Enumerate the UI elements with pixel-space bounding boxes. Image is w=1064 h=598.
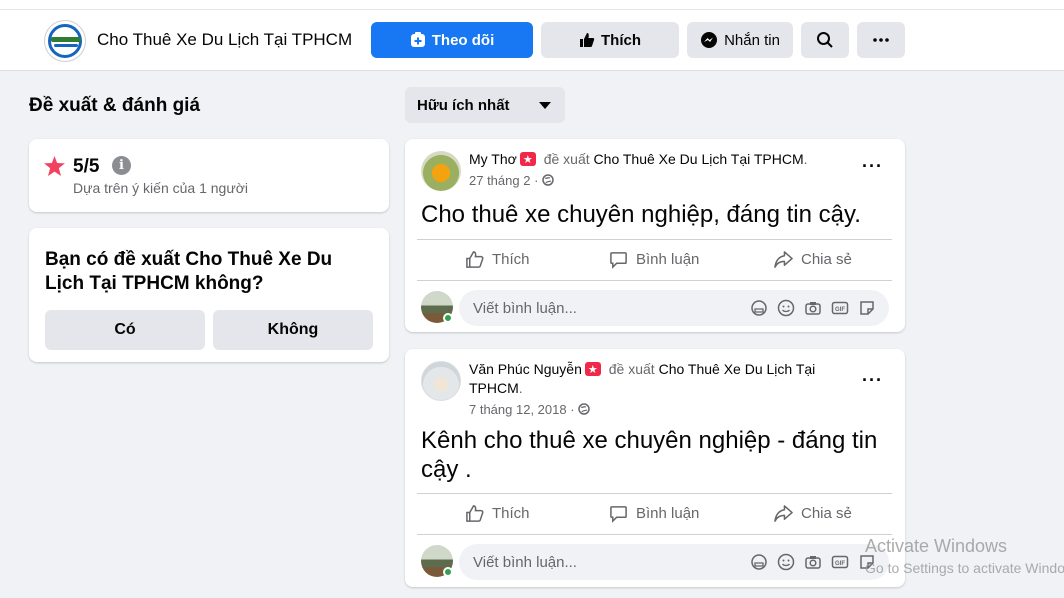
post-header: My Thơ đề xuất Cho Thuê Xe Du Lịch Tại T… [469, 150, 869, 170]
comment-tools: GIF [750, 299, 876, 317]
recommend-badge-icon [584, 361, 601, 380]
avatar-sticker-icon[interactable] [750, 299, 768, 317]
activate-windows-subtitle: Go to Settings to activate Windows. [865, 560, 1064, 576]
divider [417, 280, 892, 281]
svg-text:GIF: GIF [835, 307, 845, 313]
avatar-sticker-icon[interactable] [750, 553, 768, 571]
like-page-button[interactable]: Thích [541, 22, 679, 58]
comment-button[interactable]: Bình luận [609, 504, 699, 523]
post-header: Văn Phúc Nguyễn đề xuất Cho Thuê Xe Du L… [469, 360, 869, 398]
share-button[interactable]: Chia sẻ [774, 250, 852, 269]
author-name[interactable]: Văn Phúc Nguyễn [469, 361, 582, 377]
rating-score: 5/5 [73, 156, 100, 177]
top-strip [0, 0, 1064, 10]
globe-icon [578, 403, 590, 415]
caret-down-icon [539, 102, 551, 109]
page-header: Cho Thuê Xe Du Lịch Tại TPHCM Theo dõi T… [0, 0, 1064, 71]
post-text: Kênh cho thuê xe chuyên nghiệp - đáng ti… [421, 427, 878, 483]
follow-plus-icon [410, 32, 425, 47]
search-icon [817, 32, 833, 48]
author-name[interactable]: My Thơ [469, 151, 517, 167]
like-page-label: Thích [601, 31, 641, 49]
search-button[interactable] [801, 22, 849, 58]
info-icon[interactable]: i [112, 156, 131, 175]
emoji-icon[interactable] [777, 299, 795, 317]
author-avatar[interactable] [421, 151, 461, 191]
message-button[interactable]: Nhắn tin [687, 22, 793, 58]
share-icon [774, 505, 793, 522]
divider [417, 493, 892, 494]
gif-icon[interactable]: GIF [831, 553, 849, 571]
emoji-icon[interactable] [777, 553, 795, 571]
thumbs-up-icon [580, 33, 595, 47]
share-label: Chia sẻ [801, 251, 852, 268]
camera-icon[interactable] [804, 553, 822, 571]
svg-text:GIF: GIF [835, 561, 845, 567]
recommend-question: Bạn có đề xuất Cho Thuê Xe Du Lịch Tại T… [45, 249, 333, 294]
recommends-text: đề xuất [543, 151, 590, 167]
thumbs-up-icon [466, 505, 484, 522]
recommend-badge-icon [519, 151, 536, 170]
thumbs-up-icon [466, 251, 484, 268]
post-date[interactable]: 7 tháng 12, 2018 [469, 402, 567, 417]
comment-button[interactable]: Bình luận [609, 250, 699, 269]
share-icon [774, 251, 793, 268]
divider [417, 239, 892, 240]
author-avatar[interactable] [421, 361, 461, 401]
comment-label: Bình luận [636, 251, 700, 268]
activate-windows-title: Activate Windows [865, 536, 1008, 556]
star-icon [44, 156, 65, 176]
comment-input[interactable]: Viết bình luận... GIF [459, 544, 889, 580]
comment-icon [610, 252, 627, 269]
globe-icon [542, 174, 554, 186]
like-button[interactable]: Thích [465, 504, 530, 523]
rating-basis: Dựa trên ý kiến của 1 người [73, 180, 249, 196]
recommended-page[interactable]: Cho Thuê Xe Du Lịch Tại TPHCM [594, 151, 804, 167]
post-date[interactable]: 27 tháng 2 [469, 173, 530, 188]
comment-placeholder: Viết bình luận... [473, 554, 577, 571]
gif-icon[interactable]: GIF [831, 299, 849, 317]
online-status-dot [443, 313, 453, 323]
like-label: Thích [492, 505, 530, 522]
no-button[interactable]: Không [213, 310, 373, 350]
message-label: Nhắn tin [724, 31, 780, 49]
follow-button[interactable]: Theo dõi [371, 22, 533, 58]
comment-icon [610, 506, 627, 523]
post-meta: 7 tháng 12, 2018 · [469, 402, 590, 417]
section-title: Đề xuất & đánh giá [29, 95, 201, 116]
comment-tools: GIF [750, 553, 876, 571]
post-options-icon[interactable]: ··· [862, 156, 883, 177]
more-button[interactable] [857, 22, 905, 58]
follow-label: Theo dõi [431, 31, 495, 49]
page-name[interactable]: Cho Thuê Xe Du Lịch Tại TPHCM [97, 30, 352, 50]
post-text: Cho thuê xe chuyên nghiệp, đáng tin cậy. [421, 201, 861, 228]
yes-button[interactable]: Có [45, 310, 205, 350]
post-options-icon[interactable]: ··· [862, 370, 883, 391]
comment-placeholder: Viết bình luận... [473, 300, 577, 317]
comment-input[interactable]: Viết bình luận... GIF [459, 290, 889, 326]
divider [417, 534, 892, 535]
camera-icon[interactable] [804, 299, 822, 317]
like-label: Thích [492, 251, 530, 268]
sort-selected: Hữu ích nhất [417, 97, 510, 114]
more-icon [873, 38, 889, 42]
share-button[interactable]: Chia sẻ [774, 504, 852, 523]
share-label: Chia sẻ [801, 505, 852, 522]
comment-label: Bình luận [636, 505, 700, 522]
page-logo[interactable] [44, 20, 86, 62]
recommends-text: đề xuất [608, 361, 655, 377]
post-meta: 27 tháng 2 · [469, 173, 554, 188]
online-status-dot [443, 567, 453, 577]
sticker-icon[interactable] [858, 299, 876, 317]
like-button[interactable]: Thích [465, 250, 530, 269]
sort-dropdown[interactable]: Hữu ích nhất [405, 87, 565, 123]
messenger-icon [701, 32, 718, 48]
